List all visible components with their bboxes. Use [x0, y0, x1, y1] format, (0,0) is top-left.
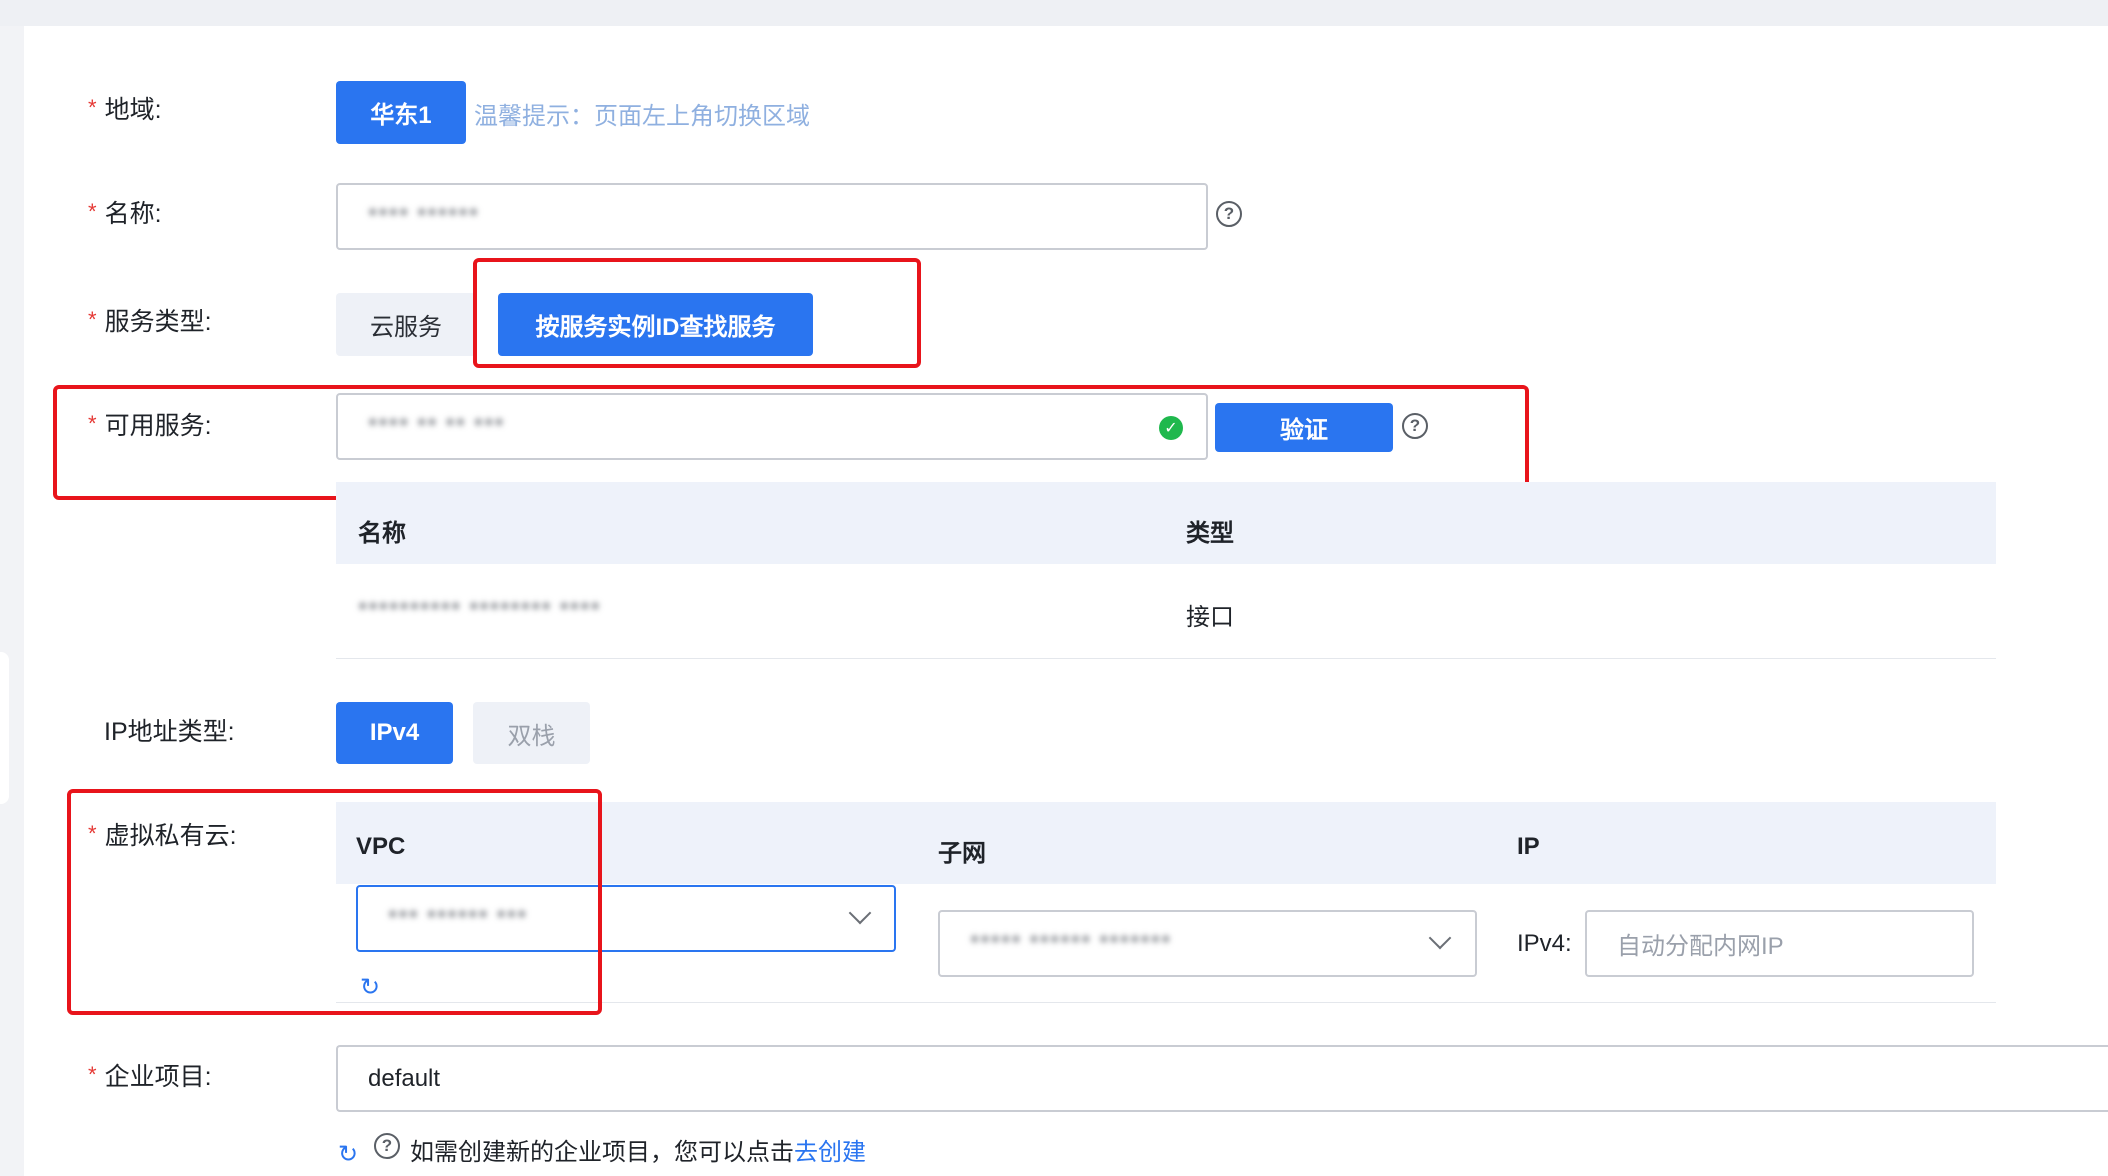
ipv4-label: IPv4:: [1517, 930, 1572, 957]
required-mark: *: [88, 199, 97, 224]
service-type-cloud-button[interactable]: 云服务: [336, 293, 476, 356]
required-mark: *: [88, 95, 97, 120]
vpc-header-ip: IP: [1517, 833, 1540, 860]
ip-type-dual-stack-button[interactable]: 双栈: [473, 702, 590, 764]
name-value: **** ******: [368, 202, 480, 230]
region-button[interactable]: 华东1: [336, 81, 466, 144]
sidebar-collapse-handle[interactable]: [0, 652, 9, 804]
subnet-select[interactable]: ***** ****** *******: [938, 910, 1477, 977]
enterprise-project-label: * 企业项目:: [88, 1062, 212, 1093]
service-table-header: [336, 482, 1996, 564]
refresh-icon[interactable]: ↻: [338, 1140, 358, 1169]
vpc-header-subnet: 子网: [938, 840, 986, 867]
required-mark: *: [88, 307, 97, 332]
region-label-text: 地域:: [104, 96, 162, 124]
name-input[interactable]: **** ******: [336, 183, 1208, 250]
service-table-cell-type: 接口: [1186, 604, 1234, 631]
question-circle-icon[interactable]: ?: [1216, 201, 1242, 227]
question-circle-icon: ?: [374, 1133, 400, 1159]
region-hint: 温馨提示：页面左上角切换区域: [474, 103, 810, 130]
create-enterprise-project-link[interactable]: 去创建: [794, 1139, 866, 1166]
ipv4-placeholder: 自动分配内网IP: [1617, 933, 1784, 960]
service-table-cell-name: ********** ******** ****: [358, 597, 601, 625]
highlight-box-vpc: [67, 789, 602, 1015]
top-bar: [0, 0, 2108, 26]
service-type-label-text: 服务类型:: [104, 308, 212, 336]
ipv4-input[interactable]: 自动分配内网IP: [1585, 910, 1974, 977]
service-table-row-divider: [336, 658, 1996, 659]
ip-type-label: IP地址类型:: [104, 718, 235, 746]
enterprise-project-value: default: [368, 1064, 441, 1092]
left-gutter: [0, 26, 24, 1176]
highlight-box-service-type: [473, 258, 921, 368]
service-type-label: * 服务类型:: [88, 307, 212, 338]
region-label: * 地域:: [88, 95, 162, 126]
name-label-text: 名称:: [104, 200, 162, 228]
enterprise-project-tip-text: 如需创建新的企业项目，您可以点击: [410, 1139, 794, 1166]
enterprise-project-tip: 如需创建新的企业项目，您可以点击去创建: [410, 1132, 866, 1167]
required-mark: *: [88, 1062, 97, 1087]
name-label: * 名称:: [88, 199, 162, 230]
enterprise-project-select[interactable]: default: [336, 1045, 2108, 1112]
enterprise-project-label-text: 企业项目:: [104, 1063, 212, 1091]
service-name-value: ********** ******** ****: [358, 597, 601, 624]
service-table-header-name: 名称: [358, 520, 406, 547]
subnet-value: ***** ****** *******: [970, 929, 1172, 957]
service-table-header-type: 类型: [1186, 520, 1234, 547]
ip-type-ipv4-button[interactable]: IPv4: [336, 702, 453, 764]
